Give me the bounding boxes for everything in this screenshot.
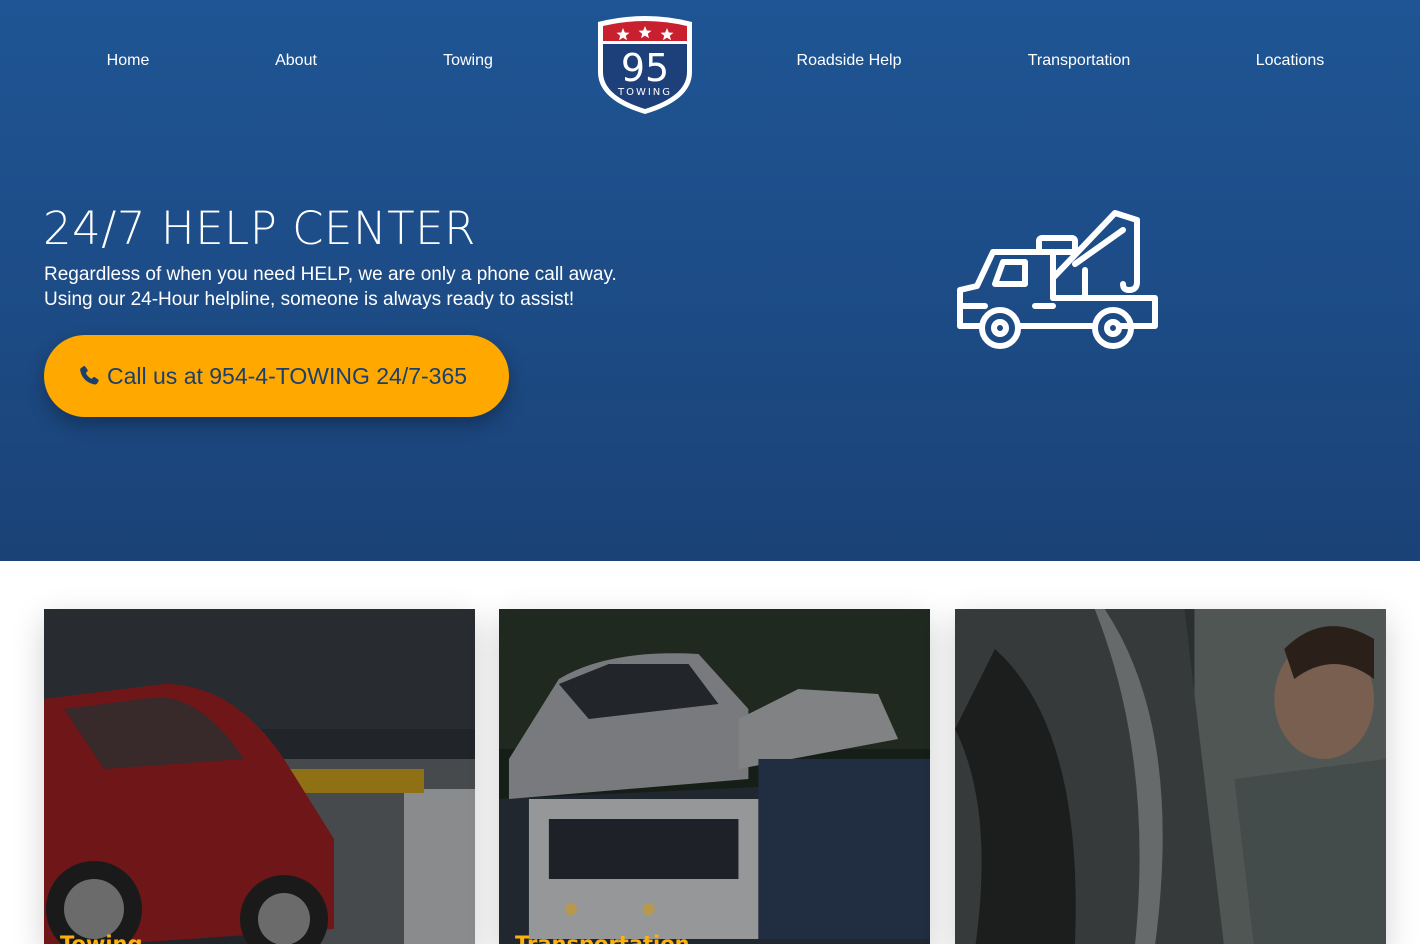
nav-towing-link[interactable]: Towing	[443, 52, 493, 70]
nav-about-link[interactable]: About	[275, 52, 317, 70]
nav-home-link[interactable]: Home	[107, 52, 150, 70]
hero-subtitle-line1: Regardless of when you need HELP, we are…	[44, 264, 617, 285]
nav-transportation-link[interactable]: Transportation	[1028, 52, 1131, 70]
card-roadside[interactable]	[955, 609, 1386, 944]
call-us-label: Call us at 954-4-TOWING 24/7-365	[107, 362, 468, 389]
call-us-button[interactable]: Call us at 954-4-TOWING 24/7-365	[44, 335, 509, 417]
card-transportation-title: Transportation	[515, 932, 690, 944]
interstate-shield-logo[interactable]: 95 TOWING	[594, 14, 696, 116]
services-cards: Towing Transportation	[0, 561, 1420, 944]
nav-roadside-help-link[interactable]: Roadside Help	[797, 52, 902, 70]
logo-word: TOWING	[617, 87, 672, 98]
logo-icon: 95 TOWING	[598, 16, 692, 114]
card-towing[interactable]: Towing	[44, 609, 475, 944]
red-car-tow-image	[44, 609, 475, 944]
card-transportation[interactable]: Transportation	[499, 609, 930, 944]
main-nav: Home About Towing 95 TOWING Roadside Hel…	[0, 0, 1420, 120]
card-towing-title: Towing	[60, 932, 143, 944]
nav-locations-link[interactable]: Locations	[1256, 52, 1325, 70]
logo-number: 95	[621, 46, 669, 90]
car-carrier-image	[499, 609, 930, 944]
hero-title: 24/7 HELP CENTER	[43, 202, 476, 255]
hero-subtitle-line2: Using our 24-Hour helpline, someone is a…	[44, 289, 575, 310]
tire-check-image	[955, 609, 1386, 944]
phone-icon	[77, 364, 101, 388]
tow-truck-icon	[955, 208, 1161, 354]
hero-section: Home About Towing 95 TOWING Roadside Hel…	[0, 0, 1420, 561]
